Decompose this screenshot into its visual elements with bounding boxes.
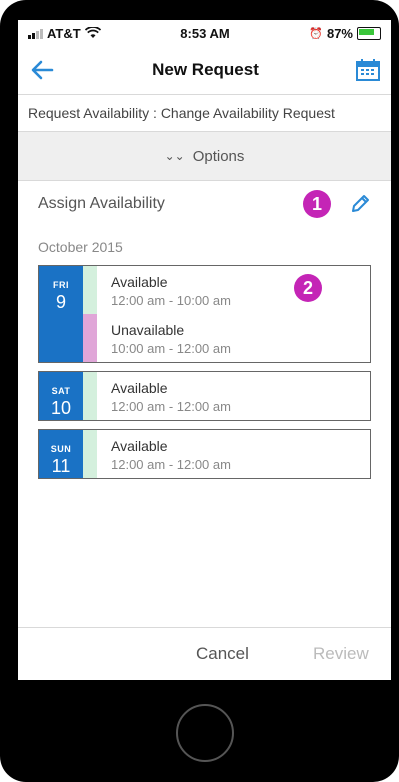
availability-entry: Unavailable 10:00 am - 12:00 am — [97, 314, 370, 362]
phone-frame: AT&T 8:53 AM ⏰ 87% New Request Request A… — [0, 0, 399, 782]
request-type-subtitle: Request Availability : Change Availabili… — [18, 95, 391, 132]
status-bar: AT&T 8:53 AM ⏰ 87% — [18, 20, 391, 46]
wifi-icon — [84, 27, 101, 38]
options-toggle[interactable]: ⌄⌄ Options — [18, 132, 391, 181]
entry-time: 12:00 am - 12:00 am — [111, 457, 231, 472]
chevron-double-down-icon: ⌄⌄ — [164, 149, 185, 163]
day-card-sat[interactable]: SAT 10 Available 12:00 am - 12:00 am — [38, 371, 371, 421]
app-screen: AT&T 8:53 AM ⏰ 87% New Request Request A… — [18, 20, 391, 680]
date-block: SUN 11 — [39, 430, 83, 478]
date-block: FRI 9 — [39, 266, 83, 362]
status-time: 8:53 AM — [180, 25, 230, 41]
unavailable-segment — [83, 314, 97, 362]
entry-time: 12:00 am - 12:00 am — [111, 399, 231, 414]
availability-strip — [83, 266, 97, 362]
entry-status: Available — [111, 380, 168, 396]
alarm-icon: ⏰ — [309, 27, 323, 40]
calendar-icon[interactable] — [355, 57, 381, 83]
carrier-label: AT&T — [47, 25, 81, 41]
availability-entry: Available 12:00 am - 12:00 am — [97, 430, 370, 478]
bottom-action-bar: Cancel Review — [18, 627, 391, 680]
day-number: 11 — [51, 456, 71, 476]
entry-time: 10:00 am - 12:00 am — [111, 341, 231, 356]
available-segment — [83, 372, 97, 420]
navigation-bar: New Request — [18, 46, 391, 95]
review-button[interactable]: Review — [313, 644, 369, 664]
day-of-week: FRI — [53, 280, 69, 290]
entry-status: Unavailable — [111, 322, 185, 338]
month-label: October 2015 — [38, 239, 123, 255]
date-block: SAT 10 — [39, 372, 83, 420]
entry-status: Available — [111, 438, 168, 454]
day-number: 9 — [55, 292, 66, 312]
available-segment — [83, 430, 97, 478]
callout-badge-2: 2 — [294, 274, 322, 302]
callout-badge-1: 1 — [303, 190, 331, 218]
edit-pencil-icon[interactable] — [349, 193, 371, 215]
battery-icon — [357, 26, 381, 40]
day-of-week: SAT — [51, 386, 71, 396]
home-button[interactable] — [176, 704, 234, 762]
availability-entry: Available 12:00 am - 12:00 am — [97, 372, 370, 420]
back-arrow-icon[interactable] — [28, 56, 56, 84]
day-number: 10 — [50, 398, 72, 418]
cancel-button[interactable]: Cancel — [196, 644, 249, 664]
assign-availability-row: Assign Availability 1 — [18, 181, 391, 227]
day-card-sun[interactable]: SUN 11 Available 12:00 am - 12:00 am — [38, 429, 371, 479]
day-of-week: SUN — [50, 444, 72, 454]
page-title: New Request — [152, 60, 259, 79]
assign-availability-label: Assign Availability — [38, 195, 165, 212]
availability-entry: Available 12:00 am - 10:00 am — [97, 266, 370, 314]
day-card-fri[interactable]: FRI 9 Available 12:00 am - 10:00 am Unav… — [38, 265, 371, 363]
available-segment — [83, 266, 97, 314]
battery-percent: 87% — [326, 25, 353, 41]
options-label: Options — [192, 147, 245, 165]
availability-strip — [83, 372, 97, 420]
availability-strip — [83, 430, 97, 478]
signal-icon — [28, 28, 43, 39]
